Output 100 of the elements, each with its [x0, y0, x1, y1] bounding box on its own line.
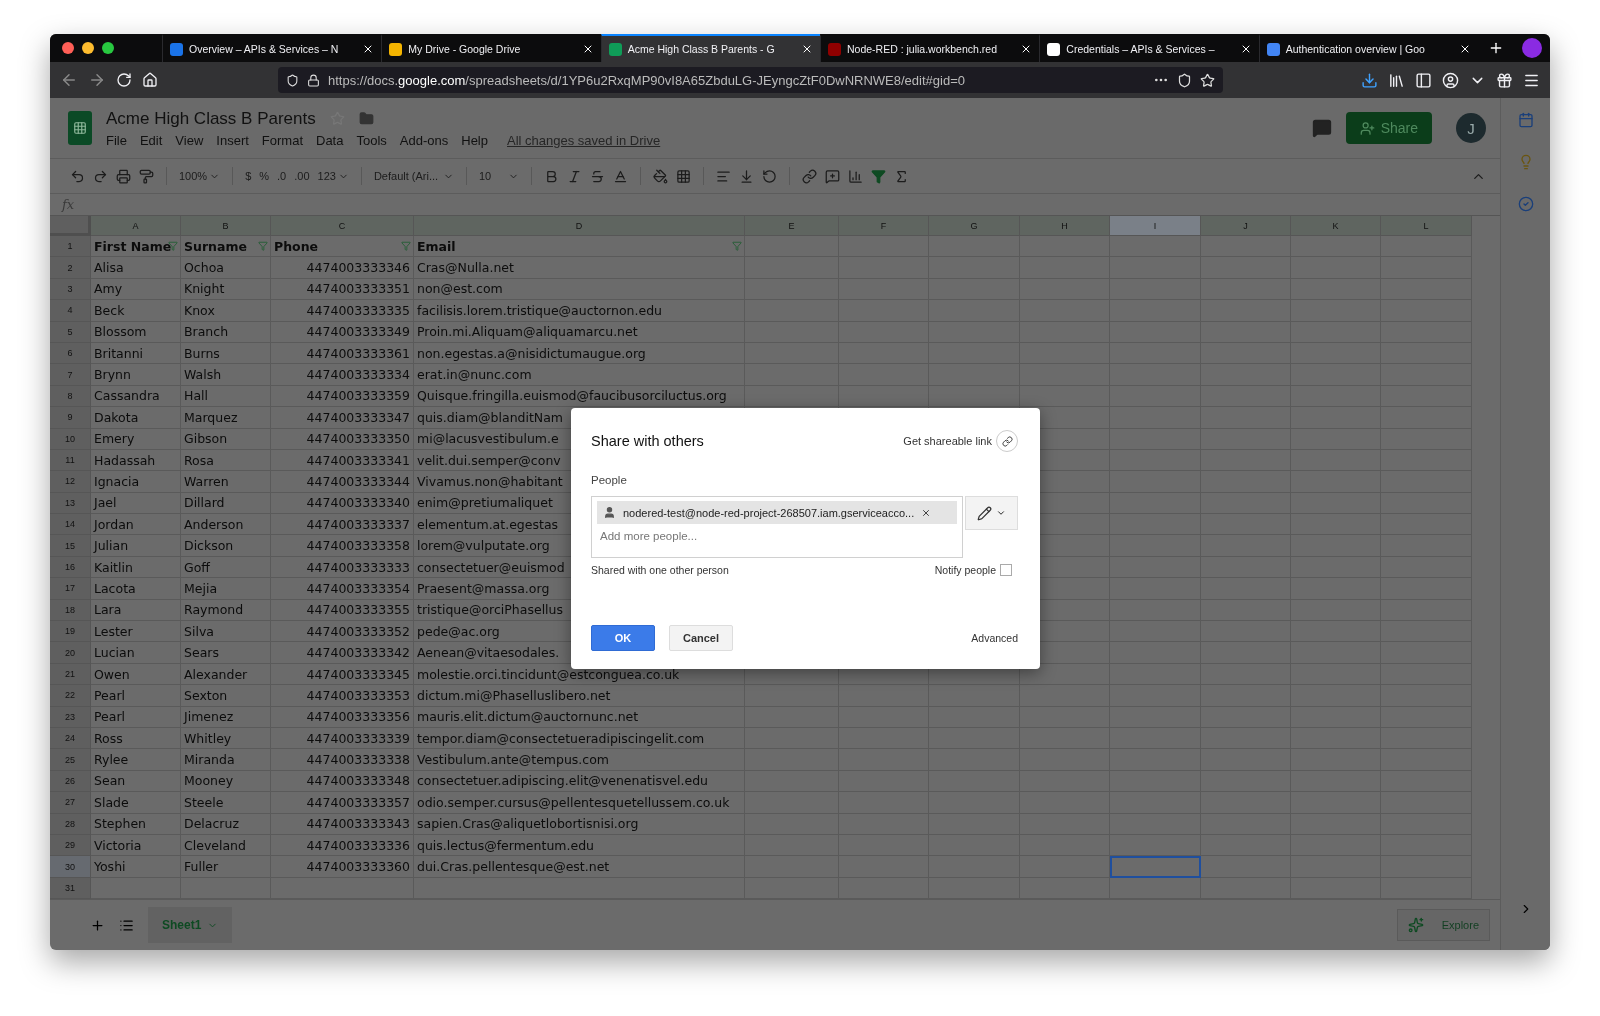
explore-button[interactable]: Explore — [1396, 909, 1490, 942]
minimize-light[interactable] — [82, 42, 94, 54]
gift-icon[interactable] — [1496, 71, 1513, 89]
strikethrough-icon[interactable] — [589, 168, 605, 184]
library-icon[interactable] — [1388, 71, 1405, 89]
row-header[interactable]: 12 — [50, 471, 91, 493]
currency-button[interactable]: $ — [245, 170, 252, 182]
avatar[interactable]: J — [1456, 113, 1486, 143]
column-header[interactable]: F — [839, 216, 929, 236]
comment-icon[interactable] — [1311, 118, 1332, 138]
chart-icon[interactable] — [847, 168, 863, 184]
row-header[interactable]: 20 — [50, 642, 91, 664]
row-header[interactable]: 6 — [50, 342, 91, 365]
row-header[interactable]: 19 — [50, 621, 91, 643]
row-header[interactable]: 15 — [50, 535, 91, 557]
font-select[interactable]: Default (Ari... — [373, 170, 454, 182]
row-header[interactable]: 9 — [50, 407, 91, 429]
italic-icon[interactable] — [566, 168, 582, 184]
account-icon[interactable] — [1442, 71, 1459, 89]
menu-item[interactable]: Help — [461, 132, 488, 148]
sheet-tab[interactable]: Sheet1 — [148, 907, 233, 944]
people-field[interactable]: nodered-test@node-red-project-268507.iam.gserviceacco... Add more people... — [591, 496, 963, 558]
browser-tab[interactable]: Acme High Class B Parents - G — [600, 34, 820, 62]
address-bar[interactable]: https://docs.google.com/spreadsheets/d/1YP6u2RxqMP90vI8A65ZbduLG-JEyngcZtF0DwNRNWE8/edit#gid=0 — [278, 67, 1223, 93]
row-header[interactable]: 22 — [50, 685, 91, 707]
add-sheet-icon[interactable] — [90, 917, 105, 933]
person-chip[interactable]: nodered-test@node-red-project-268507.iam.gserviceacco... — [597, 501, 957, 524]
row-header[interactable]: 5 — [50, 321, 91, 343]
permission-button[interactable] — [965, 496, 1018, 530]
advanced-link[interactable]: Advanced — [971, 632, 1018, 644]
row-header[interactable]: 24 — [50, 728, 91, 750]
menu-item[interactable]: File — [106, 132, 127, 148]
print-icon[interactable] — [116, 168, 131, 184]
redo-icon[interactable] — [93, 168, 108, 184]
column-header[interactable]: D — [414, 216, 745, 236]
column-header[interactable]: B — [181, 216, 271, 236]
row-header[interactable]: 25 — [50, 749, 91, 771]
column-header[interactable]: L — [1381, 216, 1472, 236]
decrease-decimals-button[interactable]: .0 — [277, 170, 287, 182]
remove-icon[interactable] — [921, 507, 932, 518]
column-header[interactable]: G — [929, 216, 1020, 236]
tasks-icon[interactable] — [1517, 196, 1534, 212]
zoom-select[interactable]: 100% — [179, 170, 221, 182]
pocket-icon[interactable] — [1177, 72, 1192, 88]
folder-icon[interactable] — [358, 111, 374, 126]
row-header[interactable]: 31 — [50, 877, 91, 900]
download-icon[interactable] — [1361, 71, 1378, 89]
menu-item[interactable]: Edit — [139, 132, 163, 148]
menu-item[interactable]: View — [175, 132, 204, 148]
row-header[interactable]: 4 — [50, 300, 91, 322]
row-header[interactable]: 8 — [50, 385, 91, 408]
text-color-icon[interactable] — [612, 168, 628, 184]
sheets-logo[interactable] — [68, 111, 92, 145]
filter-icon[interactable] — [870, 168, 886, 184]
font-size-select[interactable]: 10 — [478, 170, 519, 182]
menu-item[interactable]: Add-ons — [399, 132, 449, 148]
row-header[interactable]: 26 — [50, 770, 91, 793]
column-header[interactable]: E — [745, 216, 839, 236]
row-header[interactable]: 29 — [50, 834, 91, 857]
menu-item[interactable]: Format — [261, 132, 303, 148]
row-header[interactable]: 21 — [50, 663, 91, 686]
back-icon[interactable] — [60, 71, 78, 89]
undo-icon[interactable] — [70, 168, 85, 184]
shareable-link[interactable]: Get shareable link — [903, 435, 992, 447]
row-header[interactable]: 28 — [50, 813, 91, 835]
column-header[interactable]: A — [91, 216, 181, 236]
row-header[interactable]: 14 — [50, 514, 91, 536]
format-select[interactable]: 123 — [317, 170, 349, 182]
close-light[interactable] — [62, 42, 74, 54]
link-icon[interactable] — [801, 168, 817, 184]
menu-item[interactable]: Tools — [356, 132, 387, 148]
row-header[interactable]: 16 — [50, 556, 91, 579]
align-icon[interactable] — [715, 168, 731, 184]
paint-format-icon[interactable] — [139, 168, 154, 184]
menu-item[interactable]: Data — [316, 132, 344, 148]
selected-cell[interactable] — [1110, 856, 1201, 878]
row-header[interactable]: 10 — [50, 428, 91, 450]
calendar-icon[interactable] — [1517, 112, 1534, 128]
increase-decimals-button[interactable]: .00 — [294, 170, 310, 182]
notify-checkbox[interactable] — [1000, 564, 1012, 576]
borders-icon[interactable] — [675, 168, 691, 184]
cancel-button[interactable]: Cancel — [669, 625, 733, 651]
rotate-icon[interactable] — [761, 168, 777, 184]
row-header[interactable]: 27 — [50, 792, 91, 814]
ok-button[interactable]: OK — [591, 625, 655, 651]
row-header[interactable]: 13 — [50, 492, 91, 515]
column-header[interactable]: C — [271, 216, 414, 236]
percent-button[interactable]: % — [259, 170, 270, 182]
zoom-light[interactable] — [102, 42, 114, 54]
fill-color-icon[interactable] — [652, 168, 668, 184]
row-header[interactable]: 23 — [50, 706, 91, 728]
home-icon[interactable] — [142, 72, 158, 88]
row-header[interactable]: 11 — [50, 449, 91, 472]
row-header[interactable]: 17 — [50, 578, 91, 600]
sidebar-icon[interactable] — [1415, 71, 1432, 89]
document-title[interactable]: Acme High Class B Parents — [106, 108, 316, 129]
comment-add-icon[interactable] — [824, 168, 840, 184]
reload-icon[interactable] — [116, 72, 132, 88]
column-header[interactable]: J — [1201, 216, 1291, 236]
row-header[interactable]: 3 — [50, 278, 91, 301]
